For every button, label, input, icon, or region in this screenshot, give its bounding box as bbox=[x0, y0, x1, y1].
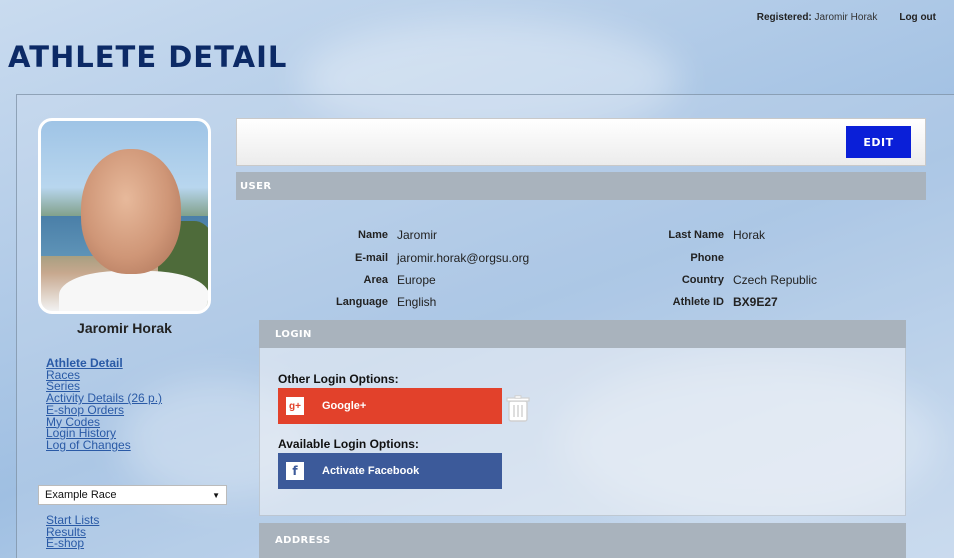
phone-label: Phone bbox=[690, 252, 724, 264]
top-user-bar: Registered: Jaromir Horak Log out bbox=[757, 12, 936, 23]
registered-label: Registered: bbox=[756, 12, 812, 23]
action-toolbar: EDIT bbox=[236, 118, 926, 166]
facebook-icon: f bbox=[286, 462, 304, 480]
avatar bbox=[38, 118, 211, 314]
page-title: ATHLETE DETAIL bbox=[8, 40, 288, 74]
name-value: Jaromir bbox=[397, 228, 438, 242]
race-nav: Start Lists Results E-shop bbox=[46, 514, 99, 550]
name-label: Name bbox=[358, 229, 388, 241]
area-label: Area bbox=[363, 274, 388, 286]
race-select-value: Example Race bbox=[45, 489, 117, 501]
country-label: Country bbox=[681, 274, 724, 286]
google-login-button[interactable]: g+ Google+ bbox=[278, 388, 502, 424]
nav-eshop[interactable]: E-shop bbox=[46, 538, 99, 550]
area-value: Europe bbox=[397, 273, 436, 287]
other-login-options-label: Other Login Options: bbox=[278, 372, 399, 386]
trash-icon[interactable] bbox=[506, 395, 530, 423]
athlete-nav: Athlete Detail Races Series Activity Det… bbox=[46, 357, 162, 452]
lastname-label: Last Name bbox=[668, 229, 724, 241]
language-label: Language bbox=[336, 296, 388, 308]
facebook-activate-button[interactable]: f Activate Facebook bbox=[278, 453, 502, 489]
google-plus-icon: g+ bbox=[286, 397, 304, 415]
login-section-header: LOGIN bbox=[259, 320, 906, 348]
logout-link[interactable]: Log out bbox=[899, 12, 936, 23]
email-value: jaromir.horak@orgsu.org bbox=[397, 251, 530, 265]
registered-info: Registered: Jaromir Horak bbox=[757, 12, 878, 23]
google-login-label: Google+ bbox=[322, 400, 367, 412]
lastname-value: Horak bbox=[733, 228, 766, 242]
email-label: E-mail bbox=[354, 252, 388, 264]
nav-log-of-changes[interactable]: Log of Changes bbox=[46, 439, 162, 452]
athlete-name: Jaromir Horak bbox=[77, 320, 172, 336]
race-select[interactable]: Example Race ▼ bbox=[38, 485, 227, 505]
user-section-header: USER bbox=[236, 172, 926, 200]
athleteid-value: BX9E27 bbox=[733, 295, 778, 309]
language-value: English bbox=[397, 295, 437, 309]
registered-user: Jaromir Horak bbox=[814, 12, 878, 23]
edit-button[interactable]: EDIT bbox=[846, 126, 911, 158]
facebook-activate-label: Activate Facebook bbox=[322, 465, 420, 477]
dropdown-arrow-icon: ▼ bbox=[212, 490, 220, 500]
athleteid-label: Athlete ID bbox=[672, 296, 724, 308]
address-section-header: ADDRESS bbox=[259, 523, 906, 558]
available-login-options-label: Available Login Options: bbox=[278, 437, 419, 451]
country-value: Czech Republic bbox=[733, 273, 818, 287]
